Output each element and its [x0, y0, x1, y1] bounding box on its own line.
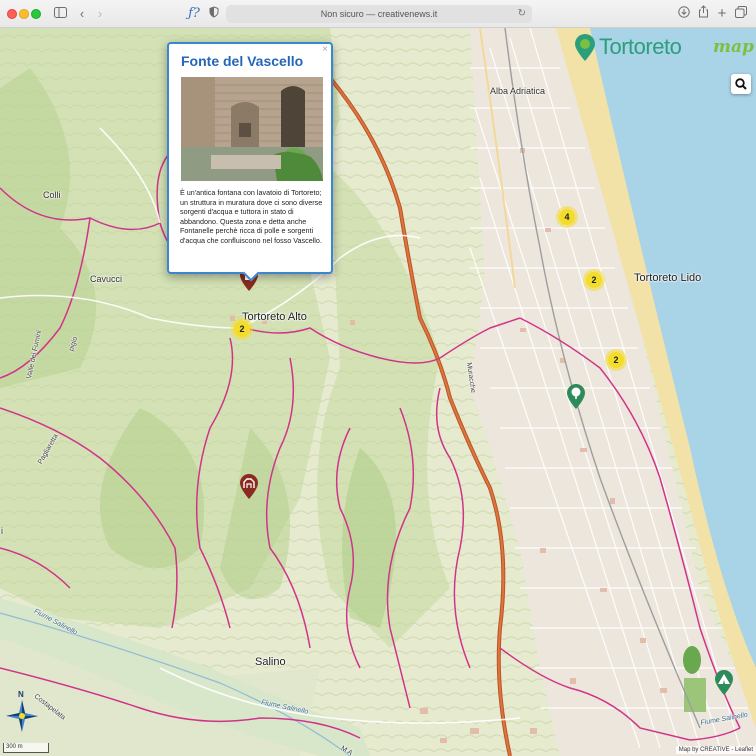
place-tortoreto-lido: Tortoreto Lido: [634, 272, 702, 284]
popup-close-button[interactable]: ×: [322, 44, 328, 55]
zoom-window-button[interactable]: [31, 9, 41, 19]
compass-rose-icon: [6, 700, 38, 732]
popup-title: Fonte del Vascello: [181, 53, 304, 69]
place-salino: Salino: [255, 656, 286, 668]
map-pin-logo-icon: [575, 34, 595, 61]
park-marker[interactable]: [566, 384, 586, 410]
close-window-button[interactable]: [7, 9, 17, 19]
shield-icon[interactable]: [206, 5, 222, 23]
camping-marker[interactable]: [714, 670, 734, 696]
cluster-4[interactable]: 4: [556, 206, 578, 228]
map-search-button[interactable]: [731, 74, 751, 94]
monument-marker[interactable]: [239, 474, 259, 500]
share-icon[interactable]: [695, 5, 711, 23]
new-tab-icon[interactable]: +: [714, 5, 730, 23]
place-alba-adriatica: Alba Adriatica: [490, 86, 546, 96]
compass-north-label: N: [18, 690, 24, 699]
forward-icon[interactable]: ›: [92, 5, 108, 23]
address-bar[interactable]: Non sicuro — creativenews.it ↻: [226, 5, 532, 23]
back-icon[interactable]: ‹: [74, 5, 90, 23]
popup-description: È un'antica fontana con lavatoio di Tort…: [180, 188, 323, 245]
formula-extension-icon[interactable]: ƒ?: [186, 5, 202, 23]
map-tiles: [0, 28, 756, 756]
logo-suffix: map: [713, 37, 754, 57]
place-edge-fragment: i: [1, 526, 3, 536]
minimize-window-button[interactable]: [19, 9, 29, 19]
cluster-2-south[interactable]: 2: [605, 349, 627, 371]
tabs-overview-icon[interactable]: [733, 5, 749, 23]
place-tortoreto-alto: Tortoreto Alto: [242, 311, 307, 323]
search-icon: [735, 78, 747, 90]
cluster-2-lido[interactable]: 2: [583, 269, 605, 291]
sidebar-icon[interactable]: [52, 5, 68, 23]
download-icon[interactable]: [676, 5, 692, 23]
map-view[interactable]: Alba Adriatica Tortoreto Lido Tortoreto …: [0, 28, 756, 756]
map-scale: 300 m: [3, 743, 49, 753]
place-cavucci: Cavucci: [90, 274, 123, 284]
logo-name: Tortoreto: [599, 34, 682, 59]
cluster-2-alto[interactable]: 2: [231, 318, 253, 340]
reload-icon[interactable]: ↻: [518, 5, 526, 23]
url-text: Non sicuro — creativenews.it: [320, 9, 438, 19]
place-colli: Colli: [43, 190, 61, 200]
poi-popup: × Fonte del Vascello È un'antica fontana…: [167, 42, 333, 282]
compass-rose: N: [6, 690, 38, 732]
map-attribution[interactable]: Map by CREATIVE - Leaflet: [675, 746, 756, 754]
browser-toolbar: ‹ › ƒ? Non sicuro — creativenews.it ↻ +: [0, 0, 756, 28]
popup-photo: [181, 77, 323, 181]
